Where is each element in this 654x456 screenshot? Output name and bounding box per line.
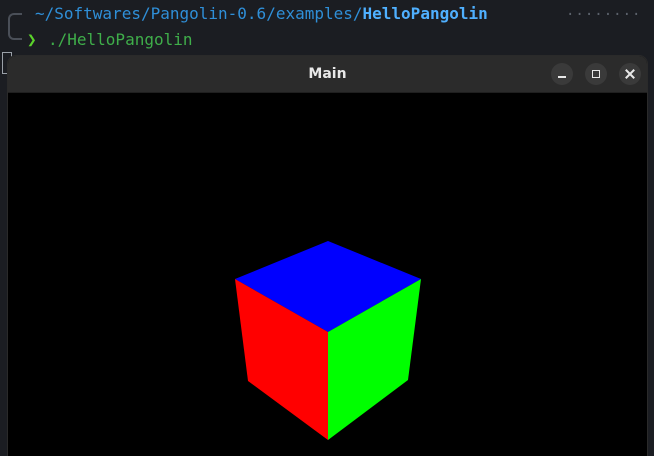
gl-viewport[interactable]	[8, 93, 647, 456]
path-prefix: ~/Softwares/Pangolin-0.6/examples/	[35, 4, 363, 23]
cube-render	[235, 241, 421, 440]
prompt-chevron-icon: ❯	[27, 30, 37, 49]
app-window: Main	[8, 56, 647, 456]
window-titlebar[interactable]: Main	[8, 56, 647, 93]
prompt-frame-bottom	[8, 26, 22, 40]
prompt-frame-top	[8, 13, 22, 26]
close-icon	[625, 69, 635, 79]
close-button[interactable]	[619, 63, 641, 85]
path-current-dir: HelloPangolin	[362, 4, 488, 23]
maximize-icon	[592, 70, 600, 78]
prompt-trail-dots: ········	[566, 7, 642, 23]
minimize-button[interactable]	[551, 63, 573, 85]
terminal-command: ./HelloPangolin	[48, 30, 193, 49]
working-directory: ~/Softwares/Pangolin-0.6/examples/HelloP…	[35, 1, 488, 27]
minimize-icon	[558, 76, 566, 78]
maximize-button[interactable]	[585, 63, 607, 85]
